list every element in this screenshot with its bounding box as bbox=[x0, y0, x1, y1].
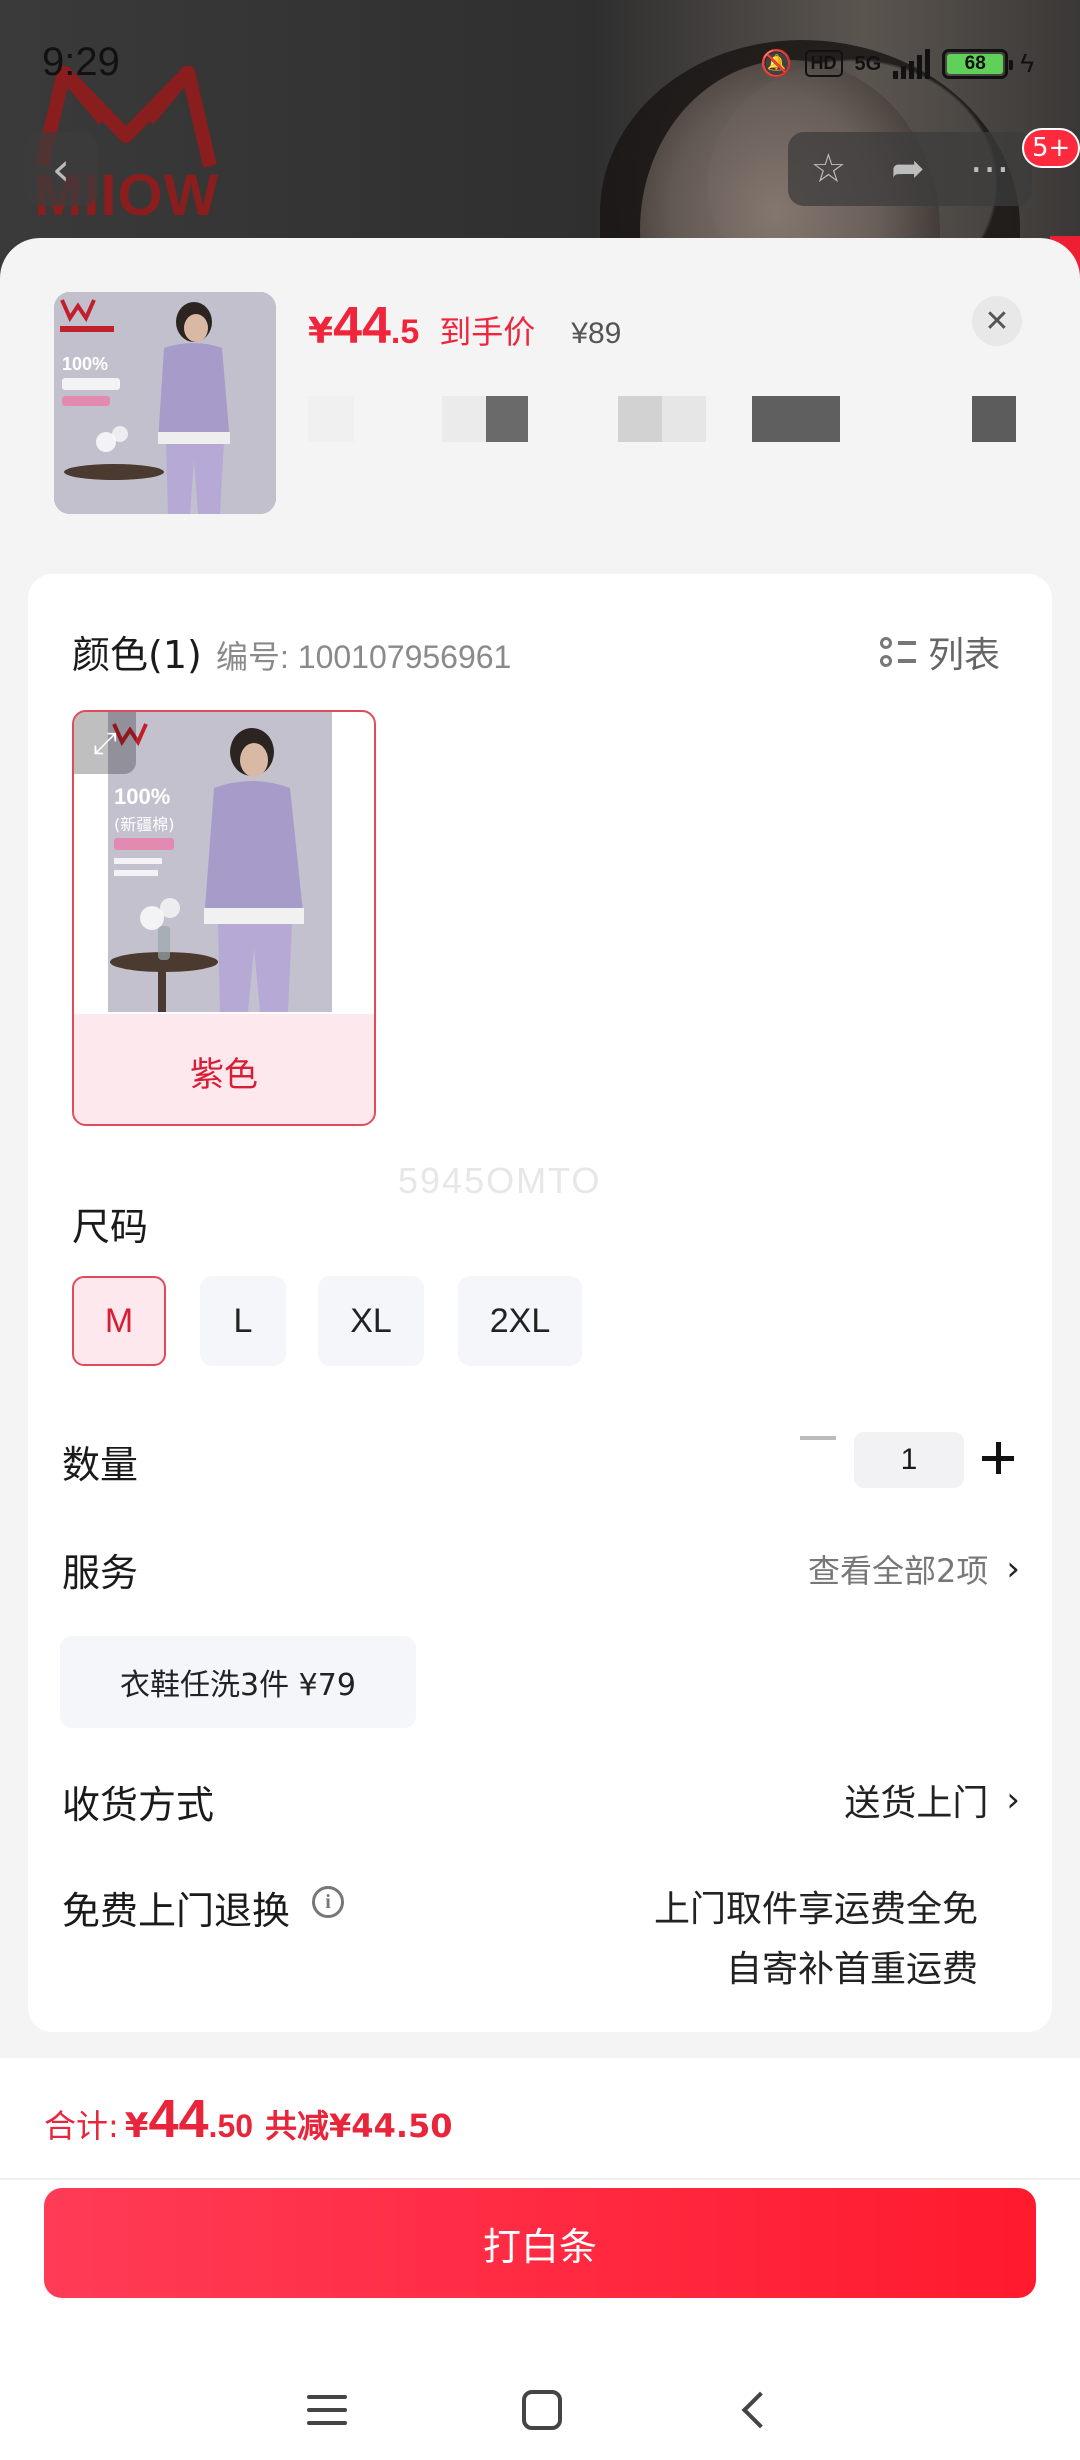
service-option-chip[interactable]: 衣鞋任洗3件 ¥79 bbox=[60, 1636, 416, 1728]
service-view-all-link[interactable]: 查看全部2项 › bbox=[808, 1546, 1020, 1592]
more-icon[interactable]: ⋯ bbox=[970, 146, 1010, 192]
order-total: 合计: ¥ 44 .50 共减¥44.50 bbox=[44, 2088, 453, 2150]
price-integer: 44 bbox=[333, 297, 391, 355]
sku-code: 编号: 100107956961 bbox=[216, 639, 512, 675]
svg-text:100%: 100% bbox=[62, 354, 108, 374]
star-icon[interactable]: ☆ bbox=[810, 146, 846, 192]
service-view-all-label: 查看全部2项 bbox=[808, 1552, 989, 1590]
divider bbox=[0, 2178, 1080, 2180]
watermark: 5945OMTO bbox=[398, 1160, 602, 1201]
list-icon bbox=[880, 637, 916, 667]
svg-text:(新疆棉): (新疆棉) bbox=[114, 815, 175, 834]
product-thumbnail: 100% bbox=[54, 292, 276, 514]
swatch-product-image: 100% (新疆棉) bbox=[108, 712, 332, 1012]
return-policy-line-1: 上门取件享运费全免 bbox=[653, 1889, 978, 1930]
pixelated-info-row bbox=[308, 396, 1028, 442]
battery-level: 68 bbox=[947, 53, 1004, 74]
return-policy-line-2: 自寄补首重运费 bbox=[725, 1949, 978, 1990]
close-icon: ✕ bbox=[984, 303, 1010, 339]
quantity-title: 数量 bbox=[62, 1443, 139, 1487]
total-symbol: ¥ bbox=[124, 2106, 149, 2146]
delivery-method-selector[interactable]: 送货上门 › bbox=[844, 1774, 1020, 1826]
recent-apps-icon[interactable] bbox=[307, 2395, 348, 2425]
info-icon[interactable]: i bbox=[312, 1886, 344, 1918]
delivery-method-value: 送货上门 bbox=[844, 1783, 989, 1824]
expand-icon[interactable]: ⤢ bbox=[74, 712, 136, 774]
mute-icon: 🔕 bbox=[760, 48, 793, 78]
header-actions: ☆ ➦ ⋯ bbox=[788, 132, 1032, 206]
service-title: 服务 bbox=[62, 1551, 139, 1595]
color-section-title: 颜色(1) bbox=[72, 633, 202, 677]
size-option-2xl[interactable]: 2XL bbox=[458, 1276, 582, 1366]
product-image: 100% bbox=[54, 292, 276, 514]
original-price: ¥89 bbox=[571, 317, 622, 350]
size-option-l[interactable]: L bbox=[200, 1276, 286, 1366]
price-decimal: .5 bbox=[390, 313, 420, 351]
price-symbol: ¥ bbox=[308, 311, 334, 352]
total-decimal: .50 bbox=[208, 2108, 254, 2144]
hd-badge: HD bbox=[804, 50, 843, 77]
status-icons: 🔕 HD 5G 68 ϟ bbox=[760, 48, 1034, 79]
size-option-xl[interactable]: XL bbox=[318, 1276, 424, 1366]
status-bar: 9:29 🔕 HD 5G 68 ϟ bbox=[0, 0, 1080, 130]
chevron-right-icon: › bbox=[1006, 1549, 1020, 1589]
svg-text:100%: 100% bbox=[114, 784, 170, 809]
quantity-increase-button[interactable] bbox=[982, 1440, 1018, 1476]
back-button[interactable]: ‹ bbox=[24, 132, 98, 206]
network-type: 5G bbox=[854, 52, 882, 75]
price-label: 到手价 bbox=[439, 313, 536, 351]
free-return-title: 免费上门退换 bbox=[62, 1889, 291, 1933]
color-option-label: 紫色 bbox=[74, 1014, 374, 1124]
home-icon[interactable] bbox=[521, 2390, 562, 2430]
sheet-price: ¥ 44 .5 到手价 ¥89 bbox=[308, 296, 621, 356]
chevron-left-icon: ‹ bbox=[51, 142, 71, 196]
quantity-input[interactable]: 1 bbox=[854, 1432, 964, 1488]
list-view-label: 列表 bbox=[928, 635, 1001, 676]
close-sheet-button[interactable]: ✕ bbox=[972, 296, 1022, 346]
baitiao-pay-button[interactable]: 打白条 bbox=[44, 2188, 1036, 2298]
total-integer: 44 bbox=[148, 2089, 209, 2149]
delivery-title: 收货方式 bbox=[62, 1783, 215, 1827]
size-section-title: 尺码 bbox=[72, 1205, 149, 1249]
battery-icon: 68 bbox=[942, 48, 1014, 79]
total-label: 合计: bbox=[44, 2107, 119, 2145]
size-option-m[interactable]: M bbox=[72, 1276, 166, 1366]
system-navigation-bar bbox=[0, 2360, 1080, 2460]
list-view-toggle[interactable]: 列表 bbox=[880, 626, 1000, 678]
system-back-icon[interactable] bbox=[741, 2391, 779, 2429]
message-badge: 5+ bbox=[1022, 128, 1080, 168]
quantity-decrease-button[interactable] bbox=[800, 1436, 836, 1440]
total-savings: 共减¥44.50 bbox=[265, 2107, 453, 2145]
signal-icon bbox=[893, 48, 931, 79]
status-time: 9:29 bbox=[42, 40, 120, 84]
color-option-purple[interactable]: 100% (新疆棉) ⤢ 紫色 bbox=[72, 710, 376, 1126]
chevron-right-icon: › bbox=[1006, 1780, 1020, 1820]
color-swatch-image: 100% (新疆棉) bbox=[108, 712, 332, 1012]
charging-icon: ϟ bbox=[1020, 48, 1034, 78]
share-icon[interactable]: ➦ bbox=[891, 146, 925, 192]
